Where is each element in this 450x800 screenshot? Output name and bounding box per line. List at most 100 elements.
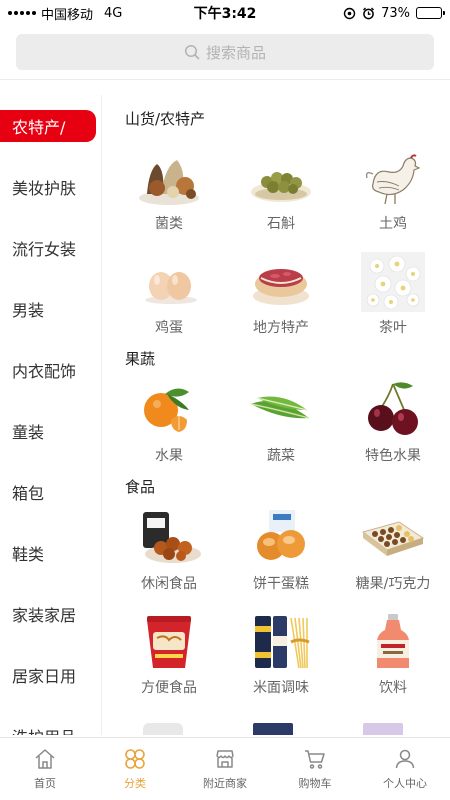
dendrobium-icon — [246, 145, 316, 211]
category-label: 石斛 — [267, 216, 295, 232]
signal-icon — [8, 11, 36, 15]
status-left: 中国移动 4G — [8, 4, 122, 23]
bread-icon — [246, 505, 316, 571]
category-label: 茶叶 — [379, 320, 407, 336]
tab-label: 首页 — [34, 777, 56, 790]
sidebar-item-xielei[interactable]: 鞋类 — [0, 522, 101, 583]
carrier-label: 中国移动 — [41, 7, 94, 23]
sidebar-item-label: 美妆护肤 — [12, 178, 77, 198]
home-icon — [35, 749, 55, 769]
category-cell-binggan-dangao[interactable]: 饼干蛋糕 — [225, 505, 337, 609]
sidebar-item-label: 洗护用品 — [12, 724, 76, 736]
category-cell-shucai[interactable]: 蔬菜 — [225, 377, 337, 481]
tab-label: 购物车 — [298, 777, 332, 790]
sidebar-item-meizhuang[interactable]: 美妆护肤 — [0, 156, 101, 217]
tab-label: 个人中心 — [383, 777, 427, 790]
category-cell-shihu[interactable]: 石斛 — [225, 145, 337, 249]
category-label: 菌类 — [155, 216, 183, 232]
category-cell-tese-shuiguo[interactable]: 特色水果 — [337, 377, 449, 481]
category-label: 水果 — [155, 448, 183, 464]
chocolate-box-icon — [358, 505, 428, 571]
network-label: 4G — [104, 5, 123, 21]
category-cell-shuiguo[interactable]: 水果 — [113, 377, 225, 481]
sidebar-item-label: 居家日用 — [12, 666, 77, 686]
tab-label: 附近商家 — [203, 777, 247, 790]
sidebar-item-nanzhuang[interactable]: 男装 — [0, 278, 101, 339]
alarm-icon — [363, 7, 375, 19]
sidebar-item-neiyi[interactable]: 内衣配饰 — [0, 339, 101, 400]
status-right: 73% — [343, 5, 445, 21]
search-bar: 搜索商品 — [0, 30, 450, 80]
cart-icon — [305, 750, 325, 769]
category-cell-junlei[interactable]: 菌类 — [113, 145, 225, 249]
sidebar-item-nongtechan[interactable]: 农特产/ — [0, 110, 96, 142]
partial-item — [363, 723, 403, 735]
category-sidebar: 农特产/ 美妆护肤 流行女装 男装 内衣配饰 童装 箱包 鞋类 家装家居 居家日… — [0, 95, 102, 735]
tab-cart[interactable]: 购物车 — [270, 738, 360, 800]
section-grid: 水果 蔬菜 特色水果 — [103, 377, 450, 481]
mushroom-icon — [134, 145, 204, 211]
category-cell-difangtechan[interactable]: 地方特产 — [225, 249, 337, 353]
battery-percent: 73% — [381, 5, 410, 21]
sidebar-item-tongzhuang[interactable]: 童装 — [0, 400, 101, 461]
category-cell-chaye[interactable]: 茶叶 — [337, 249, 449, 353]
sidebar-item-label: 内衣配饰 — [12, 361, 77, 381]
egg-icon — [134, 249, 204, 315]
cherry-icon — [358, 377, 428, 443]
sidebar-item-xiangbao[interactable]: 箱包 — [0, 461, 101, 522]
pastry-icon — [246, 249, 316, 315]
category-cell-yinliao[interactable]: 饮料 — [337, 609, 449, 713]
shop-icon — [216, 750, 234, 768]
category-cell-jidan[interactable]: 鸡蛋 — [113, 249, 225, 353]
partial-next-row — [123, 723, 423, 735]
partial-item — [253, 723, 293, 735]
tab-category[interactable]: 分类 — [90, 738, 180, 800]
orange-icon — [134, 377, 204, 443]
category-cell-fangbian-shipin[interactable]: 方便食品 — [113, 609, 225, 713]
chicken-icon — [358, 145, 428, 211]
category-label: 休闲食品 — [141, 576, 197, 592]
tea-flower-icon — [358, 249, 428, 315]
section-grid: 菌类 石斛 土鸡 鸡蛋 地方特产 茶叶 — [103, 145, 450, 353]
tab-profile[interactable]: 个人中心 — [360, 738, 450, 800]
instant-noodle-icon — [134, 609, 204, 675]
snack-icon — [134, 505, 204, 571]
battery-icon — [416, 7, 445, 19]
category-label: 饮料 — [379, 680, 407, 696]
sidebar-item-label: 流行女装 — [12, 239, 77, 259]
section-grid: 休闲食品 饼干蛋糕 糖果/巧克力 方便食品 米面调味 饮料 — [103, 505, 450, 713]
category-label: 地方特产 — [253, 320, 309, 336]
orientation-lock-icon — [343, 7, 356, 19]
category-label: 特色水果 — [365, 448, 421, 464]
search-input[interactable]: 搜索商品 — [16, 34, 434, 70]
vegetable-icon — [246, 377, 316, 443]
tab-home[interactable]: 首页 — [0, 738, 90, 800]
drink-bottle-icon — [358, 609, 428, 675]
sidebar-item-label: 男装 — [12, 300, 45, 320]
sidebar-item-label: 家装家居 — [12, 605, 77, 625]
status-bar: 中国移动 4G 下午3:42 73% — [0, 0, 450, 26]
category-label: 鸡蛋 — [155, 320, 183, 336]
category-label: 饼干蛋糕 — [253, 576, 309, 592]
sidebar-item-label: 童装 — [12, 422, 45, 442]
category-cell-xiuxian-shipin[interactable]: 休闲食品 — [113, 505, 225, 609]
sidebar-item-jujia[interactable]: 居家日用 — [0, 644, 101, 705]
search-placeholder: 搜索商品 — [205, 43, 266, 62]
category-cell-tuji[interactable]: 土鸡 — [337, 145, 449, 249]
category-content: 山货/农特产 菌类 石斛 土鸡 鸡蛋 地方特产 茶叶 果蔬 水果 蔬菜 特色水果… — [103, 95, 450, 735]
category-label: 米面调味 — [253, 680, 309, 696]
category-label: 土鸡 — [379, 216, 407, 232]
sidebar-item-xihu[interactable]: 洗护用品 — [0, 705, 101, 736]
category-label: 蔬菜 — [267, 448, 295, 464]
category-cell-mimian-tiaowei[interactable]: 米面调味 — [225, 609, 337, 713]
sidebar-item-jiazhuang[interactable]: 家装家居 — [0, 583, 101, 644]
section-title: 山货/农特产 — [125, 110, 206, 128]
tab-label: 分类 — [124, 777, 146, 790]
sidebar-item-label: 农特产/ — [12, 118, 66, 137]
sidebar-item-nvzhuang[interactable]: 流行女装 — [0, 217, 101, 278]
tab-nearby-shops[interactable]: 附近商家 — [180, 738, 270, 800]
category-cell-tangguo-qiaokeli[interactable]: 糖果/巧克力 — [337, 505, 449, 609]
bottom-tab-bar: 首页 分类 附近商家 购物车 个人中心 — [0, 737, 450, 800]
category-icon — [125, 749, 145, 769]
pasta-icon — [246, 609, 316, 675]
